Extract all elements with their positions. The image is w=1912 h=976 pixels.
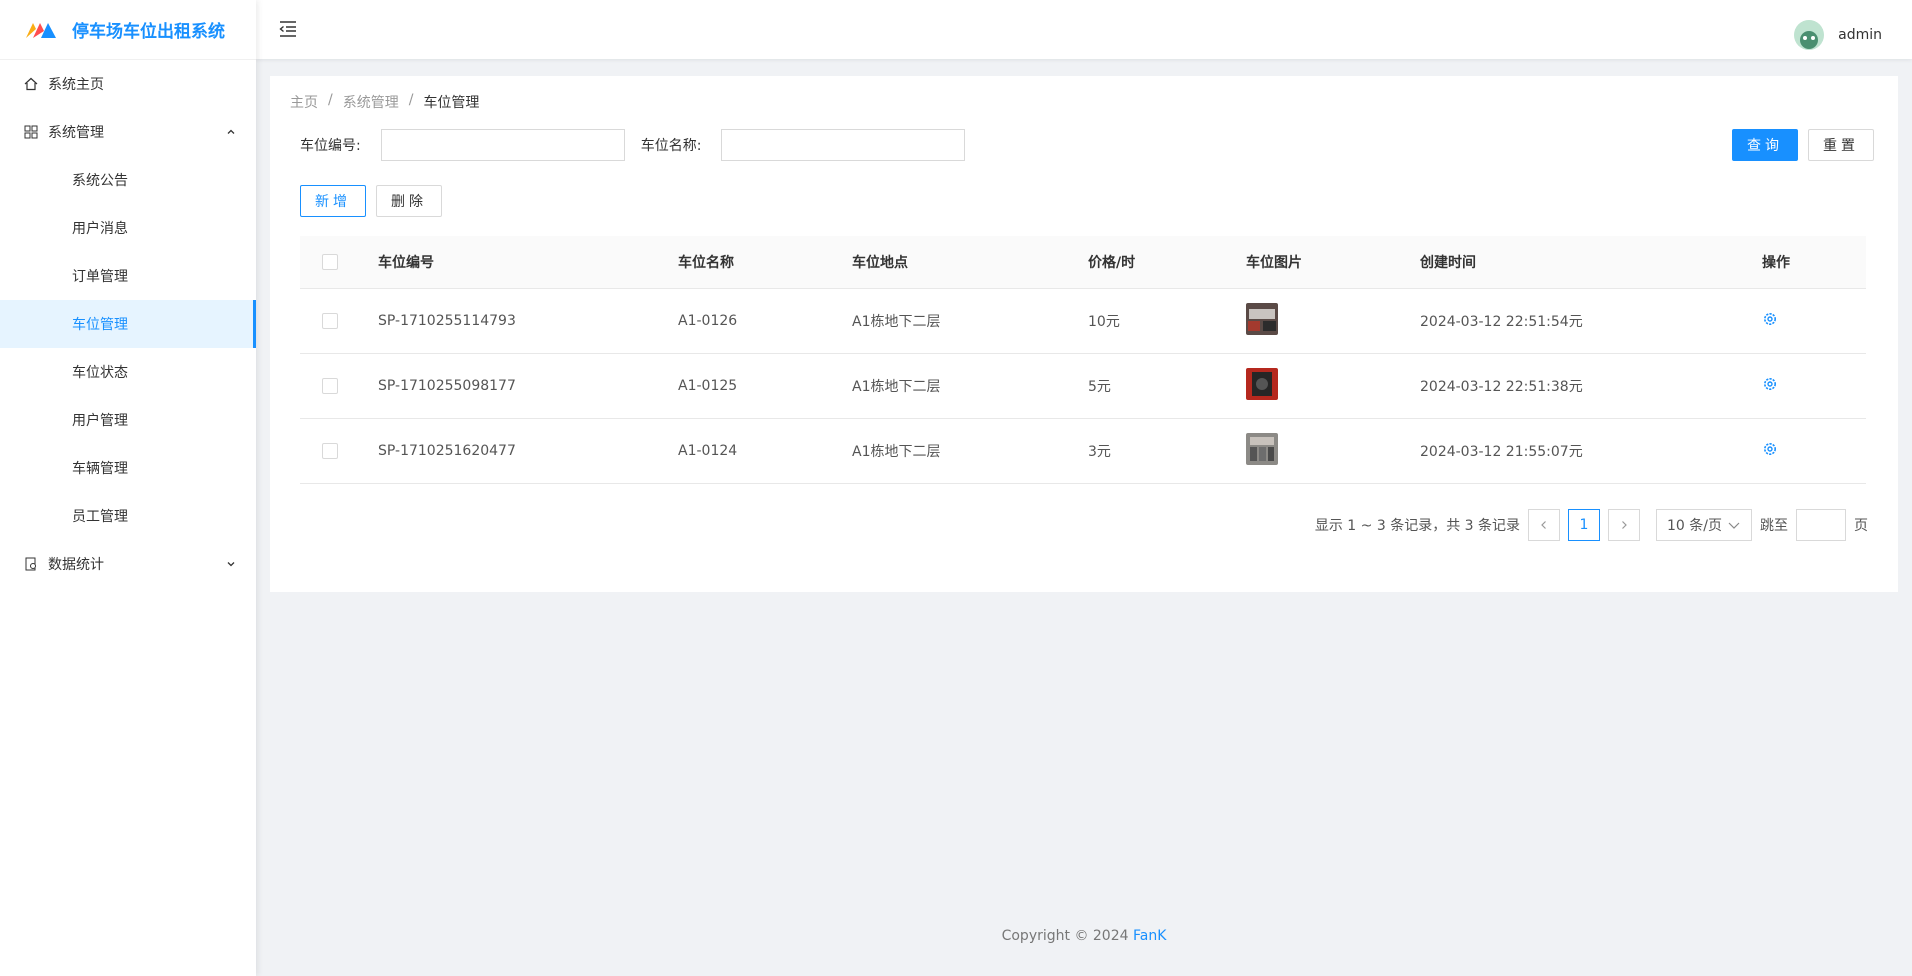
settings-gear-icon[interactable] <box>1762 311 1778 327</box>
settings-gear-icon[interactable] <box>1762 376 1778 392</box>
table-row: SP-1710251620477 A1-0124 A1栋地下二层 3元 2024… <box>300 419 1866 484</box>
cell-name: A1-0125 <box>678 378 738 394</box>
cell-created-time: 2024-03-12 22:51:38元 <box>1420 379 1583 395</box>
sidebar-item-staff[interactable]: 员工管理 <box>0 492 256 540</box>
cell-price: 5元 <box>1088 379 1111 395</box>
top-header: admin <box>256 0 1912 59</box>
pagination-info: 显示 1 ~ 3 条记录，共 3 条记录 <box>1314 518 1520 534</box>
jump-page-input[interactable] <box>1796 509 1846 541</box>
chevron-right-icon <box>1622 521 1627 529</box>
sidebar-item-label: 系统管理 <box>48 125 104 141</box>
footer: Copyright © 2024 FanK <box>256 928 1912 944</box>
sidebar-item-announcements[interactable]: 系统公告 <box>0 156 256 204</box>
prev-page-button[interactable] <box>1528 509 1560 541</box>
space-name-label: 车位名称: <box>640 138 702 154</box>
brand-logo-icon <box>26 22 56 38</box>
cell-code: SP-1710255114793 <box>378 313 516 329</box>
search-actions: 查询 重置 <box>1732 129 1874 161</box>
column-header: 车位编号 <box>378 255 434 271</box>
next-page-button[interactable] <box>1608 509 1640 541</box>
cell-price: 3元 <box>1088 444 1111 460</box>
chevron-down-icon <box>226 559 236 569</box>
pagination: 显示 1 ~ 3 条记录，共 3 条记录 1 10 条/页 跳至 页 <box>1315 509 1868 541</box>
cell-created-time: 2024-03-12 21:55:07元 <box>1420 444 1583 460</box>
grid-icon <box>24 125 38 139</box>
column-header: 车位图片 <box>1246 255 1302 271</box>
sidebar-item-user-messages[interactable]: 用户消息 <box>0 204 256 252</box>
cell-code: SP-1710251620477 <box>378 443 516 459</box>
breadcrumb-separator: / <box>328 92 333 108</box>
page-size-value: 10 条/页 <box>1667 518 1722 534</box>
toolbar: 新增 删除 <box>300 185 442 217</box>
breadcrumb-separator: / <box>408 92 414 108</box>
search-form: 车位编号: 车位名称: 查询 重置 <box>300 129 1874 161</box>
parking-space-thumbnail[interactable] <box>1246 303 1278 335</box>
cell-name: A1-0124 <box>678 443 738 459</box>
space-code-input[interactable] <box>380 129 625 161</box>
cell-created-time: 2024-03-12 22:51:54元 <box>1420 314 1583 330</box>
cell-location: A1栋地下二层 <box>852 314 941 330</box>
delete-button[interactable]: 删除 <box>376 185 442 217</box>
column-header: 车位名称 <box>678 255 734 271</box>
cell-code: SP-1710255098177 <box>378 378 516 394</box>
logo[interactable]: 停车场车位出租系统 <box>0 0 256 60</box>
space-code-label: 车位编号: <box>300 138 361 154</box>
sidebar: 停车场车位出租系统 系统主页 系统管理 系统公告 用户消息 订单管理 车位管理 … <box>0 0 256 976</box>
column-header: 创建时间 <box>1420 255 1476 271</box>
sidebar-item-vehicles[interactable]: 车辆管理 <box>0 444 256 492</box>
settings-gear-icon[interactable] <box>1762 441 1778 457</box>
breadcrumb: 主页 / 系统管理 / 车位管理 <box>290 92 479 112</box>
cell-name: A1-0126 <box>678 313 738 329</box>
app-title: 停车场车位出租系统 <box>72 22 225 42</box>
sidebar-item-statistics[interactable]: 数据统计 <box>0 540 256 588</box>
chevron-down-icon <box>1728 522 1740 529</box>
parking-space-table: 车位编号 车位名称 车位地点 价格/时 车位图片 创建时间 操作 SP-1710… <box>300 236 1866 484</box>
jump-label: 跳至 <box>1760 518 1788 534</box>
parking-space-thumbnail[interactable] <box>1246 433 1278 465</box>
sidebar-item-label: 系统主页 <box>48 77 104 93</box>
parking-space-thumbnail[interactable] <box>1246 368 1278 400</box>
breadcrumb-system[interactable]: 系统管理 <box>343 92 399 112</box>
sidebar-item-users[interactable]: 用户管理 <box>0 396 256 444</box>
add-button[interactable]: 新增 <box>300 185 366 217</box>
row-checkbox[interactable] <box>322 378 338 394</box>
select-all-checkbox[interactable] <box>322 254 338 270</box>
table-row: SP-1710255098177 A1-0125 A1栋地下二层 5元 2024… <box>300 354 1866 419</box>
author-link[interactable]: FanK <box>1133 928 1166 944</box>
table-row: SP-1710255114793 A1-0126 A1栋地下二层 10元 202… <box>300 289 1866 354</box>
column-header: 价格/时 <box>1088 255 1136 271</box>
chevron-left-icon <box>1541 521 1546 529</box>
sidebar-item-orders[interactable]: 订单管理 <box>0 252 256 300</box>
sidebar-item-home[interactable]: 系统主页 <box>0 60 256 108</box>
cell-location: A1栋地下二层 <box>852 379 941 395</box>
page-size-select[interactable]: 10 条/页 <box>1656 509 1752 541</box>
avatar <box>1794 20 1825 50</box>
chart-file-icon <box>24 557 38 571</box>
cell-location: A1栋地下二层 <box>852 444 941 460</box>
column-header: 车位地点 <box>852 255 908 271</box>
breadcrumb-home[interactable]: 主页 <box>290 92 318 112</box>
space-name-input[interactable] <box>721 129 966 161</box>
chevron-up-icon <box>226 127 236 137</box>
page-suffix-label: 页 <box>1854 518 1868 534</box>
cell-price: 10元 <box>1088 314 1120 330</box>
page-number-button[interactable]: 1 <box>1568 509 1600 541</box>
sidebar-item-space-status[interactable]: 车位状态 <box>0 348 256 396</box>
row-checkbox[interactable] <box>322 443 338 459</box>
copyright-text: Copyright © 2024 <box>1001 928 1129 944</box>
column-header: 操作 <box>1762 255 1790 271</box>
sidebar-item-label: 数据统计 <box>48 557 104 573</box>
sidebar-item-system-management[interactable]: 系统管理 <box>0 108 256 156</box>
user-menu[interactable]: admin <box>1794 20 1882 50</box>
username: admin <box>1838 27 1882 43</box>
query-button[interactable]: 查询 <box>1732 129 1798 161</box>
home-icon <box>24 77 38 91</box>
table-header: 车位编号 车位名称 车位地点 价格/时 车位图片 创建时间 操作 <box>300 236 1866 289</box>
row-checkbox[interactable] <box>322 313 338 329</box>
content-card: 主页 / 系统管理 / 车位管理 车位编号: 车位名称: 查询 重置 新增 删除… <box>270 76 1898 592</box>
menu-fold-icon[interactable] <box>278 19 298 39</box>
breadcrumb-current: 车位管理 <box>423 95 480 111</box>
reset-button[interactable]: 重置 <box>1808 129 1874 161</box>
sidebar-item-parking-spaces[interactable]: 车位管理 <box>0 300 256 348</box>
